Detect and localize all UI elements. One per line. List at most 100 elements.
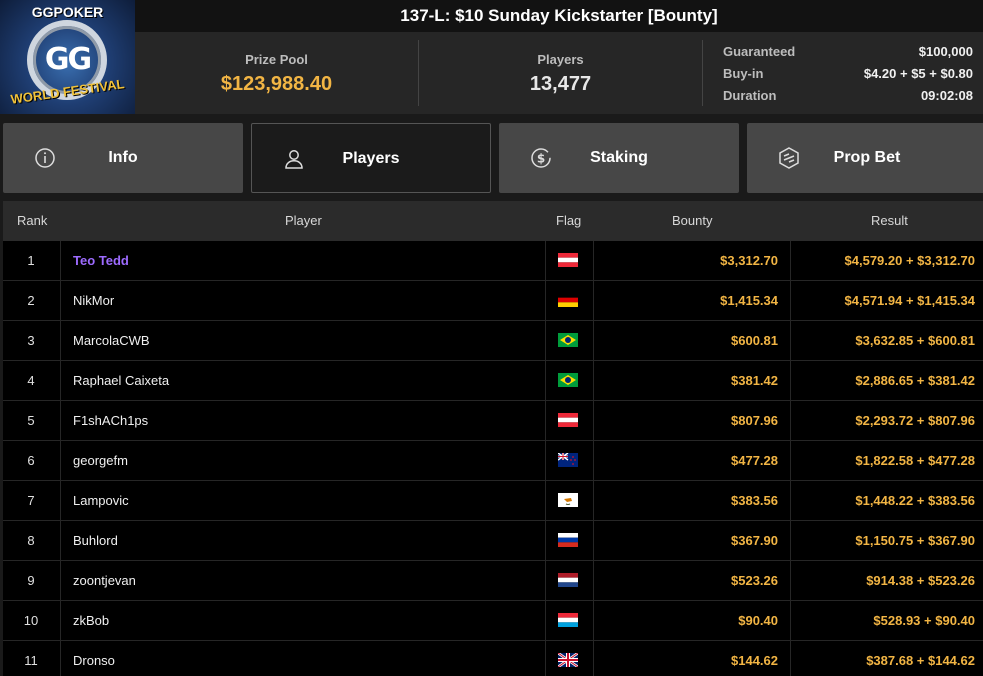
player-name-cell[interactable]: Dronso bbox=[60, 641, 545, 676]
player-name-cell[interactable]: Raphael Caixeta bbox=[60, 361, 545, 400]
united-kingdom-flag-icon bbox=[558, 653, 578, 667]
player-name-cell[interactable]: zkBob bbox=[60, 601, 545, 640]
detail-value: $100,000 bbox=[918, 44, 973, 59]
result-cell: $4,579.20 + $3,312.70 bbox=[790, 241, 983, 280]
table-row[interactable]: 9 zoontjevan $523.26 $914.38 + $523.26 bbox=[3, 561, 983, 601]
column-header-flag[interactable]: Flag bbox=[556, 201, 581, 241]
player-name-cell[interactable]: zoontjevan bbox=[60, 561, 545, 600]
tab-info[interactable]: Info bbox=[3, 123, 243, 193]
result-cell: $2,886.65 + $381.42 bbox=[790, 361, 983, 400]
detail-value: 09:02:08 bbox=[920, 88, 973, 103]
bounty-cell: $383.56 bbox=[593, 481, 790, 520]
flag-cell bbox=[545, 401, 593, 440]
bounty-cell: $367.90 bbox=[593, 521, 790, 560]
bounty-cell: $600.81 bbox=[593, 321, 790, 360]
flag-cell bbox=[545, 601, 593, 640]
result-cell: $1,822.58 + $477.28 bbox=[790, 441, 983, 480]
flag-cell bbox=[545, 561, 593, 600]
germany-flag-icon bbox=[558, 293, 578, 307]
result-cell: $914.38 + $523.26 bbox=[790, 561, 983, 600]
detail-label: Duration bbox=[723, 88, 777, 103]
table-row[interactable]: 4 Raphael Caixeta $381.42 $2,886.65 + $3… bbox=[3, 361, 983, 401]
tournament-stats: Prize Pool $123,988.40 Players 13,477 Gu… bbox=[135, 32, 983, 114]
brazil-flag-icon bbox=[558, 333, 578, 347]
result-cell: $1,448.22 + $383.56 bbox=[790, 481, 983, 520]
detail-guaranteed: Guaranteed $100,000 bbox=[723, 44, 973, 66]
tab-label: Staking bbox=[590, 149, 648, 166]
tab-players[interactable]: Players bbox=[251, 123, 491, 193]
tab-bar: Info Players $ Staking Prop Bet bbox=[0, 114, 983, 201]
player-name-cell[interactable]: Buhlord bbox=[60, 521, 545, 560]
tab-staking[interactable]: $ Staking bbox=[499, 123, 739, 193]
table-row[interactable]: 6 georgefm $477.28 $1,822.58 + $477.28 bbox=[3, 441, 983, 481]
player-name-cell[interactable]: NikMor bbox=[60, 281, 545, 320]
rank-cell: 2 bbox=[27, 293, 35, 308]
bounty-cell: $807.96 bbox=[593, 401, 790, 440]
flag-cell bbox=[545, 481, 593, 520]
player-name-cell[interactable]: georgefm bbox=[60, 441, 545, 480]
flag-cell bbox=[545, 641, 593, 676]
stat-divider bbox=[702, 40, 703, 106]
luxembourg-flag-icon bbox=[558, 613, 578, 627]
prize-pool-value: $123,988.40 bbox=[220, 73, 333, 95]
column-header-player[interactable]: Player bbox=[285, 201, 322, 241]
logo-top-text: GGPOKER bbox=[31, 4, 104, 20]
detail-label: Buy-in bbox=[723, 66, 764, 81]
result-cell: $2,293.72 + $807.96 bbox=[790, 401, 983, 440]
players-value: 13,477 bbox=[529, 73, 592, 95]
bounty-cell: $3,312.70 bbox=[593, 241, 790, 280]
result-cell: $1,150.75 + $367.90 bbox=[790, 521, 983, 560]
rank-cell: 10 bbox=[23, 613, 39, 628]
table-row[interactable]: 7 Lampovic $383.56 $1,448.22 + $383.56 bbox=[3, 481, 983, 521]
player-name-cell[interactable]: F1shACh1ps bbox=[60, 401, 545, 440]
bounty-cell: $477.28 bbox=[593, 441, 790, 480]
table-row[interactable]: 2 NikMor $1,415.34 $4,571.94 + $1,415.34 bbox=[3, 281, 983, 321]
rank-cell: 8 bbox=[27, 533, 35, 548]
flag-cell bbox=[545, 521, 593, 560]
ggpoker-world-festival-logo: GGPOKER GG WORLD FESTIVAL bbox=[0, 0, 135, 114]
netherlands-flag-icon bbox=[558, 573, 578, 587]
result-cell: $528.93 + $90.40 bbox=[790, 601, 983, 640]
rank-cell: 4 bbox=[27, 373, 35, 388]
tournament-details: Guaranteed $100,000 Buy-in $4.20 + $5 + … bbox=[723, 44, 973, 110]
column-header-bounty[interactable]: Bounty bbox=[672, 201, 712, 241]
table-row[interactable]: 3 MarcolaCWB $600.81 $3,632.85 + $600.81 bbox=[3, 321, 983, 361]
flag-cell bbox=[545, 321, 593, 360]
table-row[interactable]: 11 Dronso $144.62 $387.68 + $144.62 bbox=[3, 641, 983, 676]
column-header-rank[interactable]: Rank bbox=[17, 201, 47, 241]
detail-value: $4.20 + $5 + $0.80 bbox=[863, 66, 973, 81]
rank-cell: 9 bbox=[27, 573, 35, 588]
table-body: 1 Teo Tedd $3,312.70 $4,579.20 + $3,312.… bbox=[3, 241, 983, 676]
players-stat: Players 13,477 bbox=[419, 32, 702, 114]
detail-duration: Duration 09:02:08 bbox=[723, 88, 973, 110]
austria-flag-icon bbox=[558, 413, 578, 427]
tab-label: Players bbox=[342, 150, 400, 167]
table-row[interactable]: 5 F1shACh1ps $807.96 $2,293.72 + $807.96 bbox=[3, 401, 983, 441]
tab-prop-bet[interactable]: Prop Bet bbox=[747, 123, 983, 193]
russia-flag-icon bbox=[558, 533, 578, 547]
rank-cell: 7 bbox=[27, 493, 35, 508]
player-name-cell[interactable]: Teo Tedd bbox=[60, 241, 545, 280]
bounty-cell: $523.26 bbox=[593, 561, 790, 600]
prize-pool-stat: Prize Pool $123,988.40 bbox=[135, 32, 418, 114]
table-header: Rank Player Flag Bounty Result bbox=[3, 201, 983, 241]
rank-cell: 3 bbox=[27, 333, 35, 348]
tab-label: Info bbox=[108, 149, 138, 166]
bounty-cell: $381.42 bbox=[593, 361, 790, 400]
table-row[interactable]: 8 Buhlord $367.90 $1,150.75 + $367.90 bbox=[3, 521, 983, 561]
detail-buy-in: Buy-in $4.20 + $5 + $0.80 bbox=[723, 66, 973, 88]
table-row[interactable]: 10 zkBob $90.40 $528.93 + $90.40 bbox=[3, 601, 983, 641]
column-header-result[interactable]: Result bbox=[871, 201, 908, 241]
player-name-cell[interactable]: MarcolaCWB bbox=[60, 321, 545, 360]
tournament-title: 137-L: $10 Sunday Kickstarter [Bounty] bbox=[135, 0, 983, 32]
logo-gg-mark: GG bbox=[44, 42, 92, 77]
table-row[interactable]: 1 Teo Tedd $3,312.70 $4,579.20 + $3,312.… bbox=[3, 241, 983, 281]
brazil-flag-icon bbox=[558, 373, 578, 387]
rank-cell: 5 bbox=[27, 413, 35, 428]
flag-cell bbox=[545, 361, 593, 400]
result-cell: $4,571.94 + $1,415.34 bbox=[790, 281, 983, 320]
result-cell: $3,632.85 + $600.81 bbox=[790, 321, 983, 360]
detail-label: Guaranteed bbox=[723, 44, 796, 59]
players-table: Rank Player Flag Bounty Result 1 Teo Ted… bbox=[3, 201, 983, 676]
player-name-cell[interactable]: Lampovic bbox=[60, 481, 545, 520]
